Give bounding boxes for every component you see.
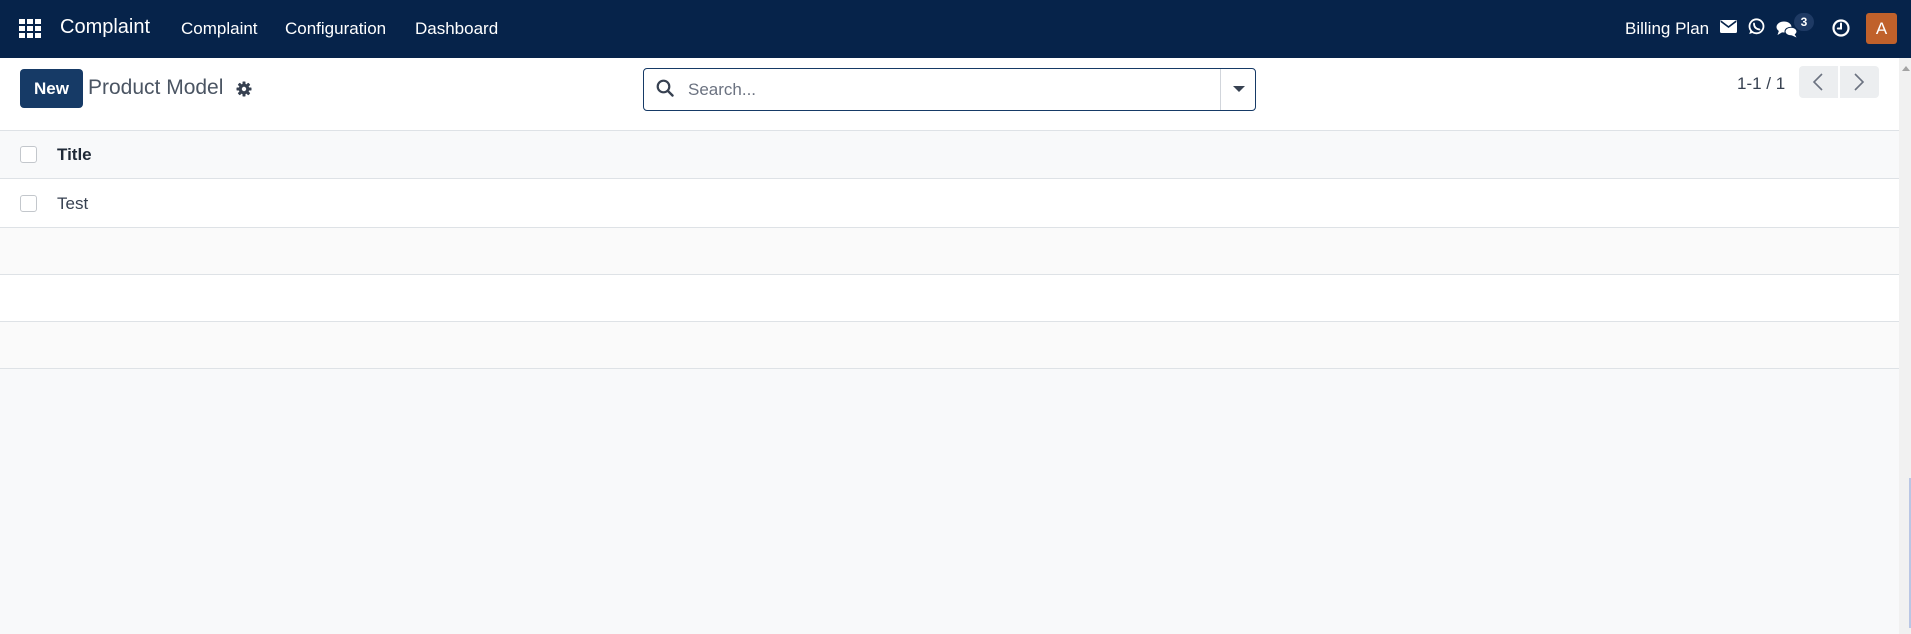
- pager-previous-button[interactable]: [1799, 66, 1838, 98]
- vertical-scrollbar[interactable]: [1899, 58, 1911, 634]
- empty-row: [0, 322, 1899, 369]
- control-panel: New Product Model 1-1 / 1: [0, 58, 1899, 131]
- select-all-checkbox[interactable]: [20, 146, 37, 163]
- search-icon: [656, 79, 674, 97]
- table-row[interactable]: Test: [0, 179, 1899, 228]
- empty-row: [0, 228, 1899, 275]
- search-options-toggle[interactable]: [1221, 69, 1256, 110]
- row-checkbox[interactable]: [20, 195, 37, 212]
- list-view: Title Test: [0, 131, 1899, 369]
- pager-value[interactable]: 1-1 / 1: [1737, 74, 1785, 94]
- billing-plan-link[interactable]: Billing Plan: [1625, 19, 1709, 39]
- top-navbar: Complaint Complaint Configuration Dashbo…: [0, 0, 1911, 58]
- menu-dashboard[interactable]: Dashboard: [415, 19, 498, 39]
- whatsapp-icon[interactable]: [1748, 18, 1765, 35]
- envelope-icon[interactable]: [1720, 20, 1737, 33]
- chevron-left-icon: [1812, 73, 1823, 91]
- column-header-title[interactable]: Title: [57, 145, 92, 165]
- menu-configuration[interactable]: Configuration: [285, 19, 386, 39]
- menu-complaint[interactable]: Complaint: [181, 19, 258, 39]
- breadcrumb-title: Product Model: [88, 76, 224, 99]
- search-input[interactable]: [688, 70, 1198, 109]
- gear-icon[interactable]: [236, 81, 252, 97]
- caret-down-icon: [1233, 86, 1245, 92]
- apps-grid-icon[interactable]: [19, 19, 41, 38]
- cell-title[interactable]: Test: [57, 194, 88, 214]
- user-avatar[interactable]: A: [1866, 13, 1897, 44]
- clock-icon[interactable]: [1832, 19, 1850, 37]
- empty-row: [0, 275, 1899, 322]
- scroll-up-arrow-icon[interactable]: [1902, 66, 1910, 71]
- search-bar: [643, 68, 1256, 111]
- list-header: Title: [0, 131, 1899, 179]
- new-button[interactable]: New: [20, 69, 83, 108]
- chat-count-badge: 3: [1794, 13, 1814, 31]
- chevron-right-icon: [1854, 73, 1865, 91]
- app-brand[interactable]: Complaint: [60, 16, 150, 39]
- pager-next-button[interactable]: [1840, 66, 1879, 98]
